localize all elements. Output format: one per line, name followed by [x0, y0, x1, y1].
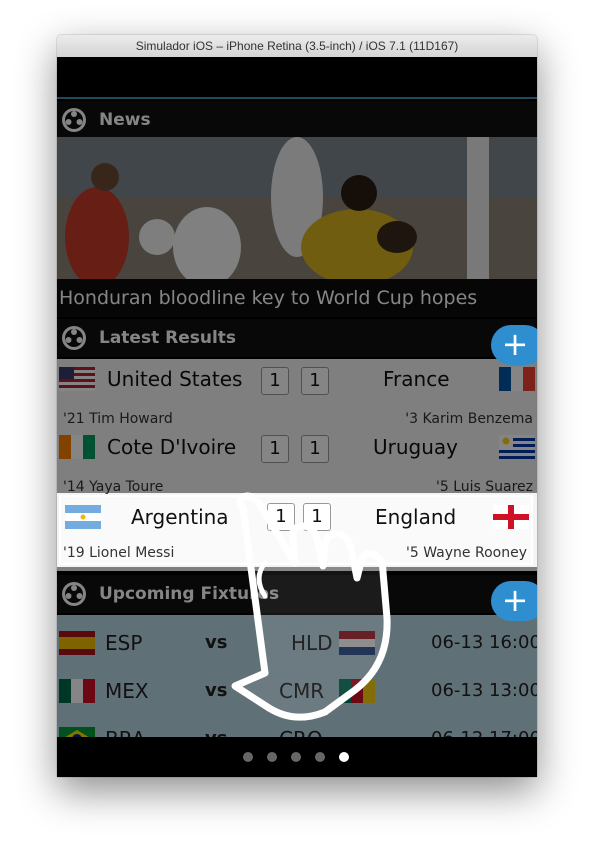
- spain-flag-icon: [59, 631, 95, 655]
- top-divider: [57, 97, 537, 99]
- page-dot[interactable]: [243, 752, 253, 762]
- page-dot-active[interactable]: [339, 752, 349, 762]
- uruguay-flag-icon: [499, 435, 535, 459]
- away-scorer: '5 Luis Suarez: [435, 479, 533, 495]
- england-flag-icon: [493, 505, 529, 529]
- away-scorer: '3 Karim Benzema: [405, 411, 533, 427]
- kickoff-time: 06-13 16:00: [431, 632, 537, 653]
- news-title: News: [99, 110, 151, 130]
- page-dot[interactable]: [315, 752, 325, 762]
- home-code: MEX: [105, 679, 149, 703]
- home-scorer: '21 Tim Howard: [63, 411, 173, 427]
- news-headline[interactable]: Honduran bloodline key to World Cup hope…: [57, 279, 537, 317]
- ivory-coast-flag-icon: [59, 435, 95, 459]
- away-score: 1: [301, 435, 329, 463]
- window-title: Simulador iOS – iPhone Retina (3.5-inch)…: [57, 35, 537, 58]
- soccer-ball-icon: [62, 582, 86, 606]
- page-indicator[interactable]: [57, 737, 537, 777]
- usa-flag-icon: [59, 367, 95, 391]
- away-team: France: [383, 367, 450, 391]
- kickoff-time: 06-13 13:00: [431, 680, 537, 701]
- france-flag-icon: [499, 367, 535, 391]
- page-dot[interactable]: [267, 752, 277, 762]
- soccer-ball-icon: [62, 326, 86, 350]
- away-score: 1: [301, 367, 329, 395]
- news-photo[interactable]: [57, 137, 537, 279]
- latest-results-title: Latest Results: [99, 328, 237, 348]
- result-row[interactable]: United States 1 1 France '21 Tim Howard …: [57, 359, 537, 429]
- soccer-ball-icon: [62, 108, 86, 132]
- home-code: ESP: [105, 631, 143, 655]
- add-result-button[interactable]: +: [491, 325, 537, 365]
- swipe-hand-icon: [231, 492, 391, 721]
- home-score: 1: [261, 367, 289, 395]
- latest-results-header: Latest Results +: [57, 319, 537, 365]
- page-dot[interactable]: [291, 752, 301, 762]
- home-scorer: '19 Lionel Messi: [63, 545, 175, 561]
- away-team: Uruguay: [373, 435, 458, 459]
- argentina-flag-icon: [65, 505, 101, 529]
- news-photo-art: [57, 137, 537, 279]
- home-scorer: '14 Yaya Toure: [63, 479, 164, 495]
- news-section-header: News: [57, 101, 537, 139]
- home-team: Cote D'Ivoire: [107, 435, 237, 459]
- home-team: United States: [107, 367, 243, 391]
- mexico-flag-icon: [59, 679, 95, 703]
- add-fixture-button[interactable]: +: [491, 581, 537, 621]
- home-score: 1: [261, 435, 289, 463]
